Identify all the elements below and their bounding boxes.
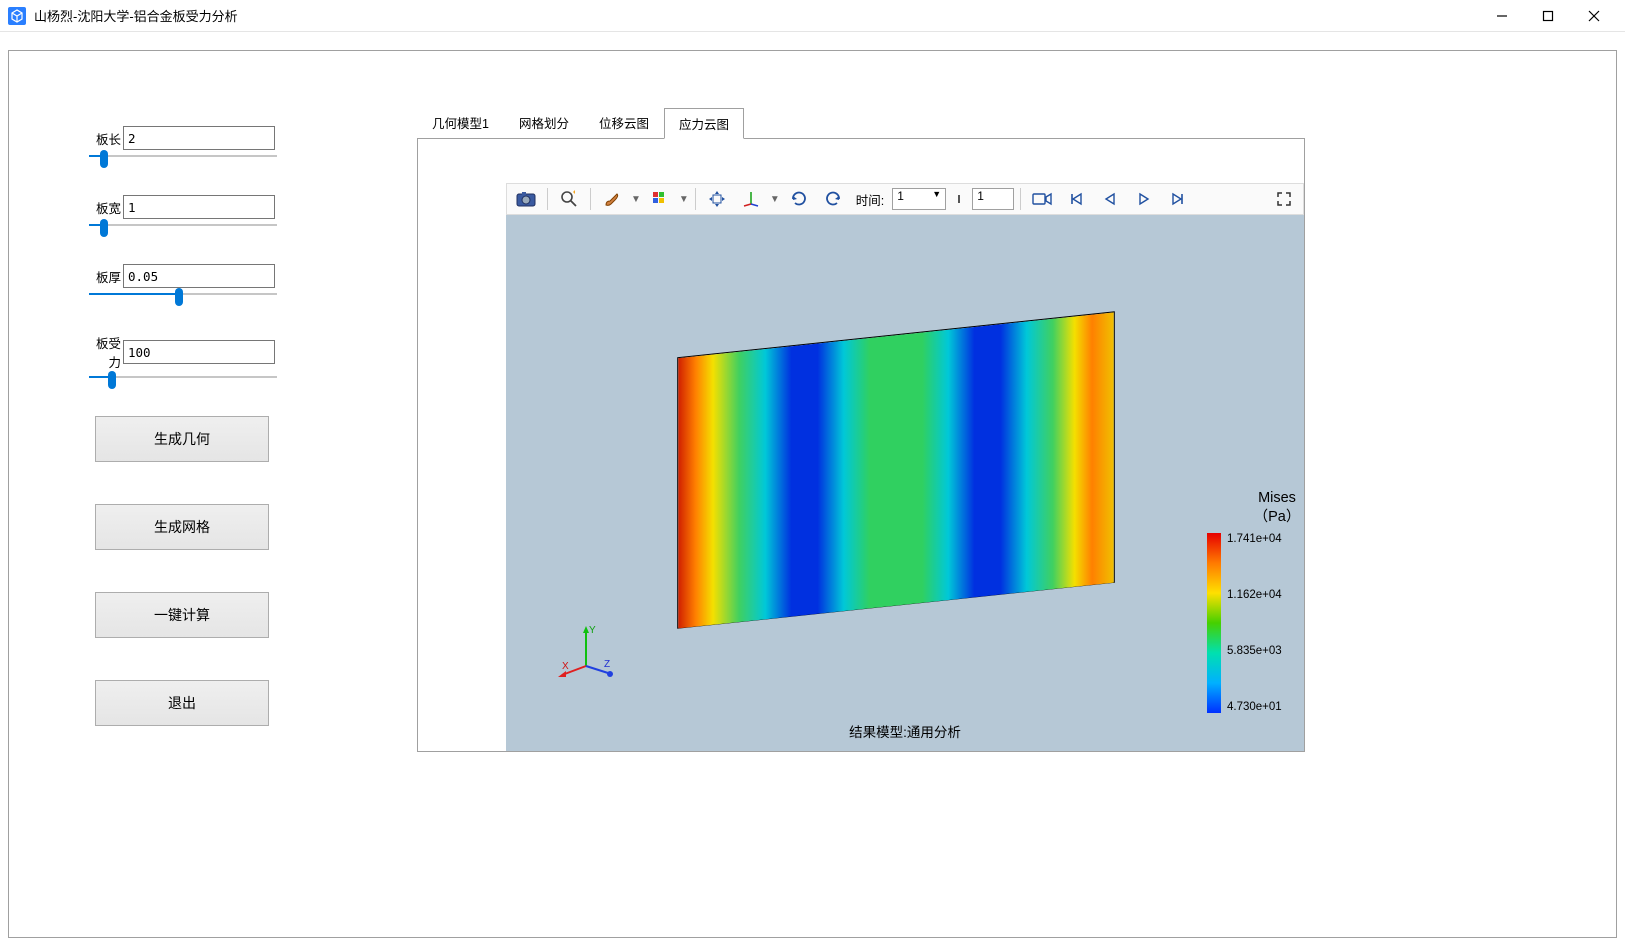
param-force-slider[interactable]	[89, 376, 277, 378]
refresh-ccw-icon[interactable]	[818, 185, 848, 213]
record-icon[interactable]	[1027, 185, 1057, 213]
svg-text:X: X	[562, 661, 569, 672]
generate-geometry-button[interactable]: 生成几何	[95, 416, 269, 462]
content-frame: 板长 板宽 板厚	[8, 50, 1617, 938]
param-thickness-label: 板厚	[89, 267, 121, 286]
fea-plate	[677, 311, 1115, 628]
tab-mesh[interactable]: 网格划分	[504, 107, 584, 138]
legend-title: Mises（Pa）	[1197, 489, 1357, 527]
time-dropdown[interactable]: 1▼	[892, 188, 946, 210]
cube-palette-icon[interactable]	[645, 185, 675, 213]
exit-button[interactable]: 退出	[95, 680, 269, 726]
zoom-icon[interactable]	[554, 185, 584, 213]
param-force: 板受力	[89, 333, 289, 378]
brush-icon[interactable]	[597, 185, 627, 213]
camera-icon[interactable]	[511, 185, 541, 213]
viz-frame: ▼ ▼ ▼ 时间: 1▼ 1	[417, 138, 1305, 752]
skip-start-icon[interactable]	[1061, 185, 1091, 213]
window-title: 山杨烈-沈阳大学-铝合金板受力分析	[34, 6, 1479, 25]
parameter-panel: 板长 板宽 板厚	[89, 126, 289, 768]
skip-end-icon[interactable]	[1163, 185, 1193, 213]
tab-bar: 几何模型1 网格划分 位移云图 应力云图	[417, 107, 1305, 138]
param-force-label: 板受力	[89, 333, 121, 371]
3d-viewport[interactable]: Y X Z 结果模型:通用分析	[506, 215, 1304, 751]
refresh-cw-icon[interactable]	[784, 185, 814, 213]
app-icon	[8, 7, 26, 25]
fullscreen-icon[interactable]	[1269, 185, 1299, 213]
tab-displacement[interactable]: 位移云图	[584, 107, 664, 138]
step-back-icon[interactable]	[950, 185, 968, 213]
axis-gizmo: Y X Z	[556, 621, 616, 681]
minimize-button[interactable]	[1479, 0, 1525, 32]
param-length: 板长	[89, 126, 289, 157]
visualization-panel: 几何模型1 网格划分 位移云图 应力云图 ▼ ▼	[417, 107, 1305, 752]
param-width: 板宽	[89, 195, 289, 226]
svg-text:Z: Z	[604, 659, 610, 670]
param-thickness-slider[interactable]	[89, 293, 277, 295]
compute-button[interactable]: 一键计算	[95, 592, 269, 638]
param-width-slider[interactable]	[89, 224, 277, 226]
play-prev-icon[interactable]	[1095, 185, 1125, 213]
maximize-button[interactable]	[1525, 0, 1571, 32]
legend-colorbar	[1207, 533, 1221, 713]
param-force-input[interactable]	[123, 340, 275, 364]
generate-mesh-button[interactable]: 生成网格	[95, 504, 269, 550]
viz-toolbar: ▼ ▼ ▼ 时间: 1▼ 1	[506, 183, 1304, 215]
viewport-caption: 结果模型:通用分析	[849, 721, 961, 741]
window-titlebar: 山杨烈-沈阳大学-铝合金板受力分析	[0, 0, 1625, 32]
time-label: 时间:	[856, 190, 884, 209]
close-button[interactable]	[1571, 0, 1617, 32]
step-spinner[interactable]: 1	[972, 188, 1014, 210]
legend-ticks: 1.741e+04 1.162e+04 5.835e+03 4.730e+01	[1227, 533, 1282, 713]
move-icon[interactable]	[702, 185, 732, 213]
tab-stress[interactable]: 应力云图	[664, 108, 744, 139]
axes-icon[interactable]	[736, 185, 766, 213]
svg-text:Y: Y	[589, 625, 596, 636]
param-width-input[interactable]	[123, 195, 275, 219]
param-length-input[interactable]	[123, 126, 275, 150]
param-width-label: 板宽	[89, 198, 121, 217]
tab-geometry[interactable]: 几何模型1	[417, 107, 504, 138]
play-next-icon[interactable]	[1129, 185, 1159, 213]
param-length-label: 板长	[89, 129, 121, 148]
color-legend: Mises（Pa） 1.741e+04 1.162e+04 5.835e+03 …	[1197, 489, 1357, 713]
param-thickness: 板厚	[89, 264, 289, 295]
param-thickness-input[interactable]	[123, 264, 275, 288]
param-length-slider[interactable]	[89, 155, 277, 157]
